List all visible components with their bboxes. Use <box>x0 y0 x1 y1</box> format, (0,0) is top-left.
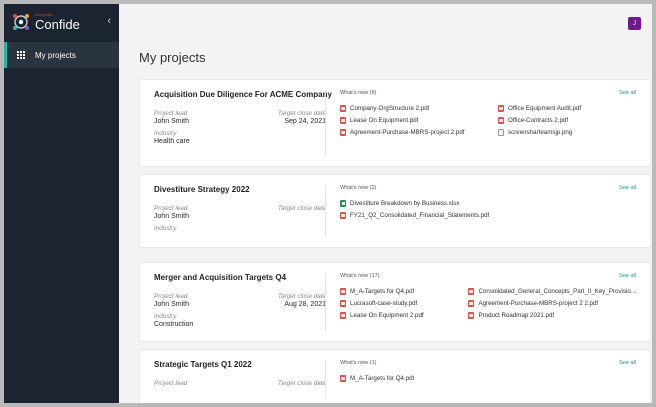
image-file-icon <box>498 128 504 136</box>
file-item[interactable]: Office Equipment Audit.pdf <box>498 103 636 113</box>
project-lead-value: John Smith <box>154 213 190 220</box>
brand-name: Confide <box>35 17 80 32</box>
file-list: M_A-Targets for Q4.pdf Consolidated_Gene… <box>340 286 636 320</box>
target-close-label: Target close date <box>277 205 326 212</box>
project-card[interactable]: Acquisition Due Diligence For ACME Compa… <box>139 79 651 167</box>
whats-new-label: What's new (2) <box>340 185 377 191</box>
pdf-file-icon <box>498 116 504 124</box>
project-card[interactable]: Divestiture Strategy 2022 Project lead J… <box>139 174 651 248</box>
project-card[interactable]: Merger and Acquisition Targets Q4 Projec… <box>139 262 651 342</box>
pdf-file-icon <box>340 104 346 112</box>
file-item[interactable]: Lease On Equipment 2.pdf <box>340 310 448 320</box>
file-item[interactable]: Office-Contracts 2.pdf <box>498 115 636 125</box>
pdf-file-icon <box>468 287 475 295</box>
pdf-file-icon <box>340 374 346 382</box>
sidebar-item-label: My projects <box>35 50 76 60</box>
target-close-label: Target close date <box>277 293 326 300</box>
pdf-file-icon <box>468 311 475 319</box>
project-lead-label: Project lead <box>154 205 188 212</box>
see-all-link[interactable]: See all <box>619 273 636 279</box>
whats-new-label: What's new (17) <box>340 273 380 279</box>
target-close-value: Aug 28, 2021 <box>284 301 326 308</box>
project-title[interactable]: Acquisition Due Diligence For ACME Compa… <box>154 90 332 99</box>
file-item[interactable]: FY21_Q2_Consolidated_Financial_Statement… <box>340 210 636 220</box>
file-item[interactable]: Agreement-Purchase-MBRS-project 2.pdf <box>340 127 478 137</box>
industry-label: Industry <box>154 225 177 232</box>
pdf-file-icon <box>340 311 346 319</box>
target-close-label: Target close date <box>277 110 326 117</box>
divider <box>325 273 326 331</box>
file-list: Company-OrgStructure 2.pdf Office Equipm… <box>340 103 636 137</box>
project-lead-label: Project lead <box>154 293 188 300</box>
excel-file-icon <box>340 199 346 207</box>
grid-icon <box>17 50 26 60</box>
whats-new-label: What's new (6) <box>340 90 377 96</box>
industry-label: Industry <box>154 313 177 320</box>
industry-value: Construction <box>154 321 194 328</box>
pdf-file-icon <box>468 299 475 307</box>
file-item[interactable]: Product Roadmap 2021.pdf <box>468 310 636 320</box>
sidebar: Avepoint Confide ‹ My projects <box>4 4 119 403</box>
avatar[interactable]: J <box>628 17 641 30</box>
target-close-value: Sep 24, 2021 <box>284 118 326 125</box>
file-item[interactable]: M_A-Targets for Q4.pdf <box>340 373 636 383</box>
project-lead-label: Project lead <box>154 380 188 387</box>
project-title[interactable]: Merger and Acquisition Targets Q4 <box>154 273 326 282</box>
app-window: Avepoint Confide ‹ My projects J My proj… <box>4 4 652 403</box>
pdf-file-icon <box>498 104 504 112</box>
file-item[interactable]: Company-OrgStructure 2.pdf <box>340 103 478 113</box>
pdf-file-icon <box>340 116 346 124</box>
file-list: M_A-Targets for Q4.pdf <box>340 373 636 383</box>
divider <box>325 360 326 398</box>
main-content: J My projects Acquisition Due Diligence … <box>119 4 652 403</box>
file-item[interactable]: M_A-Targets for Q4.pdf <box>340 286 448 296</box>
sidebar-item-my-projects[interactable]: My projects <box>4 42 119 68</box>
project-lead-value: John Smith <box>154 118 190 125</box>
divider <box>325 90 326 156</box>
file-item[interactable]: Lease On Equipment.pdf <box>340 115 478 125</box>
file-list: Divestiture Breakdown by Business.xlsx F… <box>340 198 636 220</box>
see-all-link[interactable]: See all <box>619 90 636 96</box>
pdf-file-icon <box>340 287 346 295</box>
pdf-file-icon <box>340 211 346 219</box>
pdf-file-icon <box>340 128 346 136</box>
file-item[interactable]: Consolidated_General_Concepts_Part_II_Ke… <box>468 286 636 296</box>
file-item[interactable]: Lucrasoft-case-study.pdf <box>340 298 448 308</box>
project-title[interactable]: Divestiture Strategy 2022 <box>154 185 326 194</box>
target-close-label: Target close date <box>277 380 326 387</box>
project-lead-value: John Smith <box>154 301 190 308</box>
whats-new-label: What's new (1) <box>340 360 377 366</box>
project-card[interactable]: Strategic Targets Q1 2022 Project lead T… <box>139 349 651 403</box>
file-item[interactable]: Agreement-Purchase-MBRS-project 2 2.pdf <box>468 298 636 308</box>
file-item[interactable]: screensharteamsjp.png <box>498 127 636 137</box>
chevron-left-icon[interactable]: ‹ <box>107 15 111 27</box>
project-title[interactable]: Strategic Targets Q1 2022 <box>154 360 326 369</box>
confide-logo-icon <box>10 11 32 33</box>
industry-value: Health care <box>154 138 190 145</box>
file-item[interactable]: Divestiture Breakdown by Business.xlsx <box>340 198 636 208</box>
see-all-link[interactable]: See all <box>619 360 636 366</box>
industry-label: Industry <box>154 130 177 137</box>
brand: Avepoint Confide ‹ <box>4 4 119 40</box>
pdf-file-icon <box>340 299 346 307</box>
see-all-link[interactable]: See all <box>619 185 636 191</box>
divider <box>325 185 326 237</box>
page-title: My projects <box>139 50 206 65</box>
project-lead-label: Project lead <box>154 110 188 117</box>
